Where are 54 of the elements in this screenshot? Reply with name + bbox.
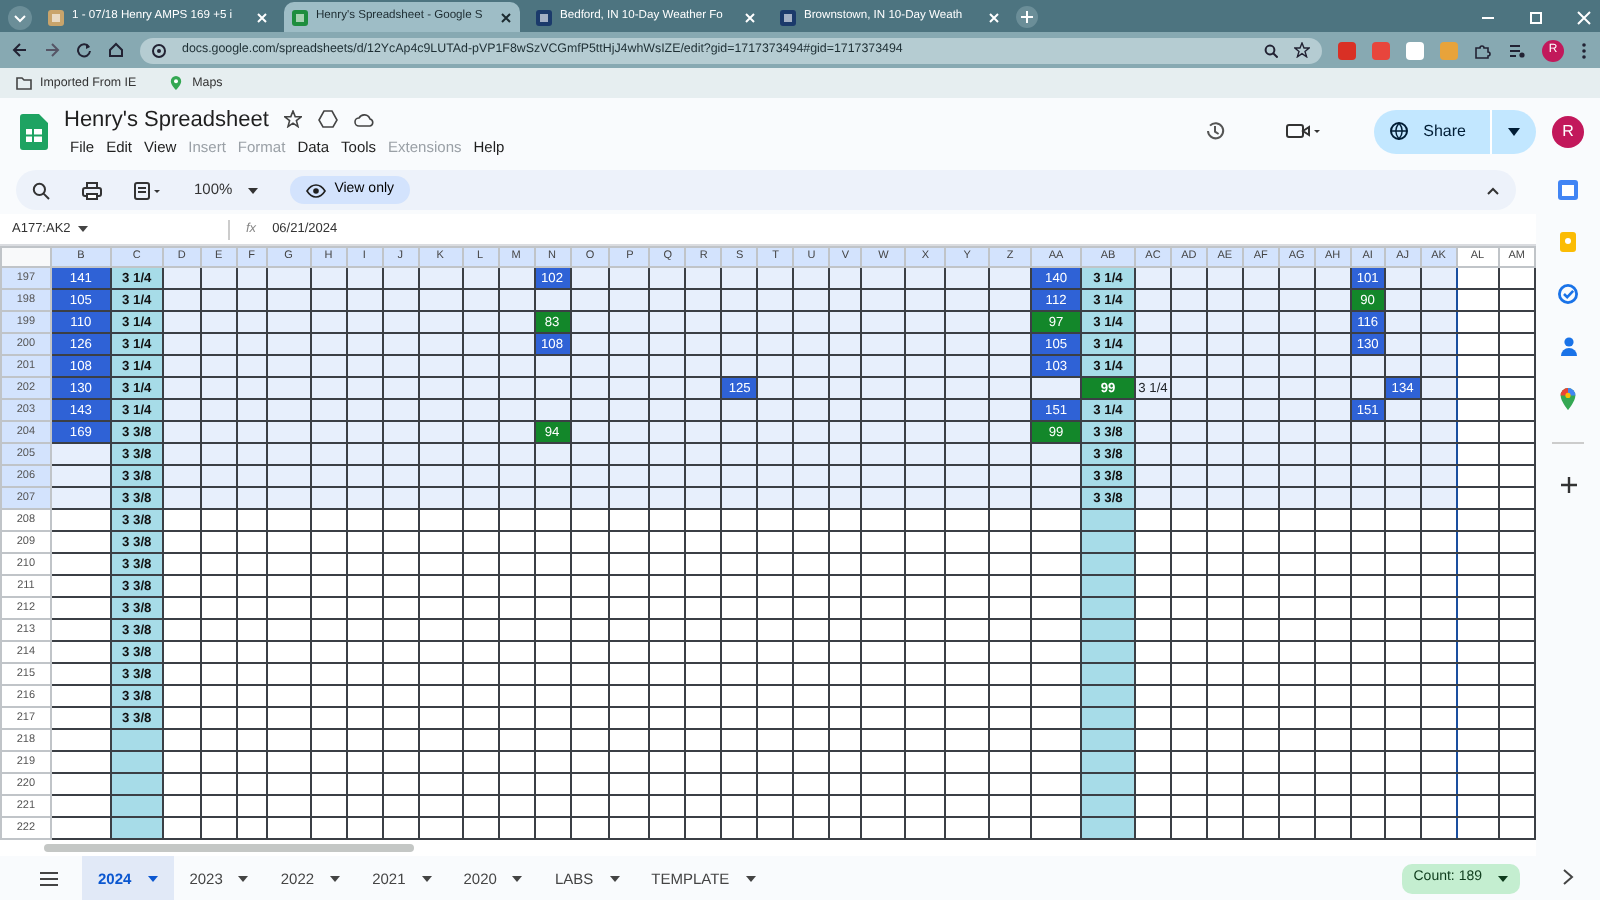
calendar-icon[interactable] xyxy=(1558,180,1578,200)
new-tab-icon[interactable] xyxy=(1016,6,1038,28)
caret-icon xyxy=(609,876,620,882)
caret-icon xyxy=(248,187,259,193)
forward-icon[interactable] xyxy=(44,42,60,58)
star-icon[interactable] xyxy=(1294,42,1310,58)
search-icon[interactable] xyxy=(32,181,50,199)
caret-icon xyxy=(421,876,432,882)
menu-icon[interactable] xyxy=(40,872,58,886)
site-info-icon[interactable] xyxy=(152,43,166,57)
eye-icon xyxy=(306,183,327,197)
caret-icon xyxy=(745,876,756,882)
more-icon[interactable] xyxy=(1580,41,1588,59)
contacts-icon[interactable] xyxy=(1559,336,1577,356)
tab-icon xyxy=(48,9,64,25)
sheets-logo-icon[interactable] xyxy=(20,113,48,149)
cloud-icon[interactable] xyxy=(354,111,375,128)
tab-icon xyxy=(536,9,552,25)
scrollbar-thumb[interactable] xyxy=(44,844,414,852)
chevron-right-icon[interactable] xyxy=(1562,868,1574,886)
add-icon[interactable] xyxy=(1559,476,1577,494)
paint-format-icon[interactable] xyxy=(134,181,162,199)
caret-icon xyxy=(1498,876,1508,882)
share-button[interactable]: Share xyxy=(1373,109,1536,153)
collapse-icon[interactable] xyxy=(1486,185,1500,195)
close-icon[interactable] xyxy=(500,11,512,23)
document-title[interactable]: Henry's Spreadsheet xyxy=(64,103,269,137)
tasks-icon[interactable] xyxy=(1558,284,1578,304)
caret-icon xyxy=(1508,127,1520,135)
tab-icon xyxy=(780,9,796,25)
video-call-icon[interactable] xyxy=(1285,122,1322,140)
media-icon[interactable] xyxy=(1508,41,1526,59)
caret-icon xyxy=(330,876,341,882)
caret-icon xyxy=(78,226,89,232)
dropdown-icon[interactable] xyxy=(8,5,32,29)
caret-icon xyxy=(238,876,249,882)
zoom-icon[interactable] xyxy=(1264,43,1278,57)
print-icon[interactable] xyxy=(82,181,102,199)
star-icon[interactable] xyxy=(284,110,303,129)
maps-icon[interactable] xyxy=(1560,388,1576,410)
caret-icon xyxy=(147,876,158,882)
drive-icon[interactable] xyxy=(318,110,339,129)
map-pin-icon xyxy=(168,75,185,90)
folder-icon xyxy=(16,75,32,90)
globe-icon xyxy=(1389,122,1408,140)
reload-icon[interactable] xyxy=(76,42,92,58)
restore-icon[interactable] xyxy=(1528,9,1544,25)
home-icon[interactable] xyxy=(108,42,124,58)
tab-icon xyxy=(292,9,308,25)
history-icon[interactable] xyxy=(1203,120,1226,142)
back-icon[interactable] xyxy=(12,42,28,58)
caret-icon xyxy=(512,876,523,882)
puzzle-icon[interactable] xyxy=(1474,41,1492,59)
account-avatar[interactable]: R xyxy=(1552,116,1584,148)
